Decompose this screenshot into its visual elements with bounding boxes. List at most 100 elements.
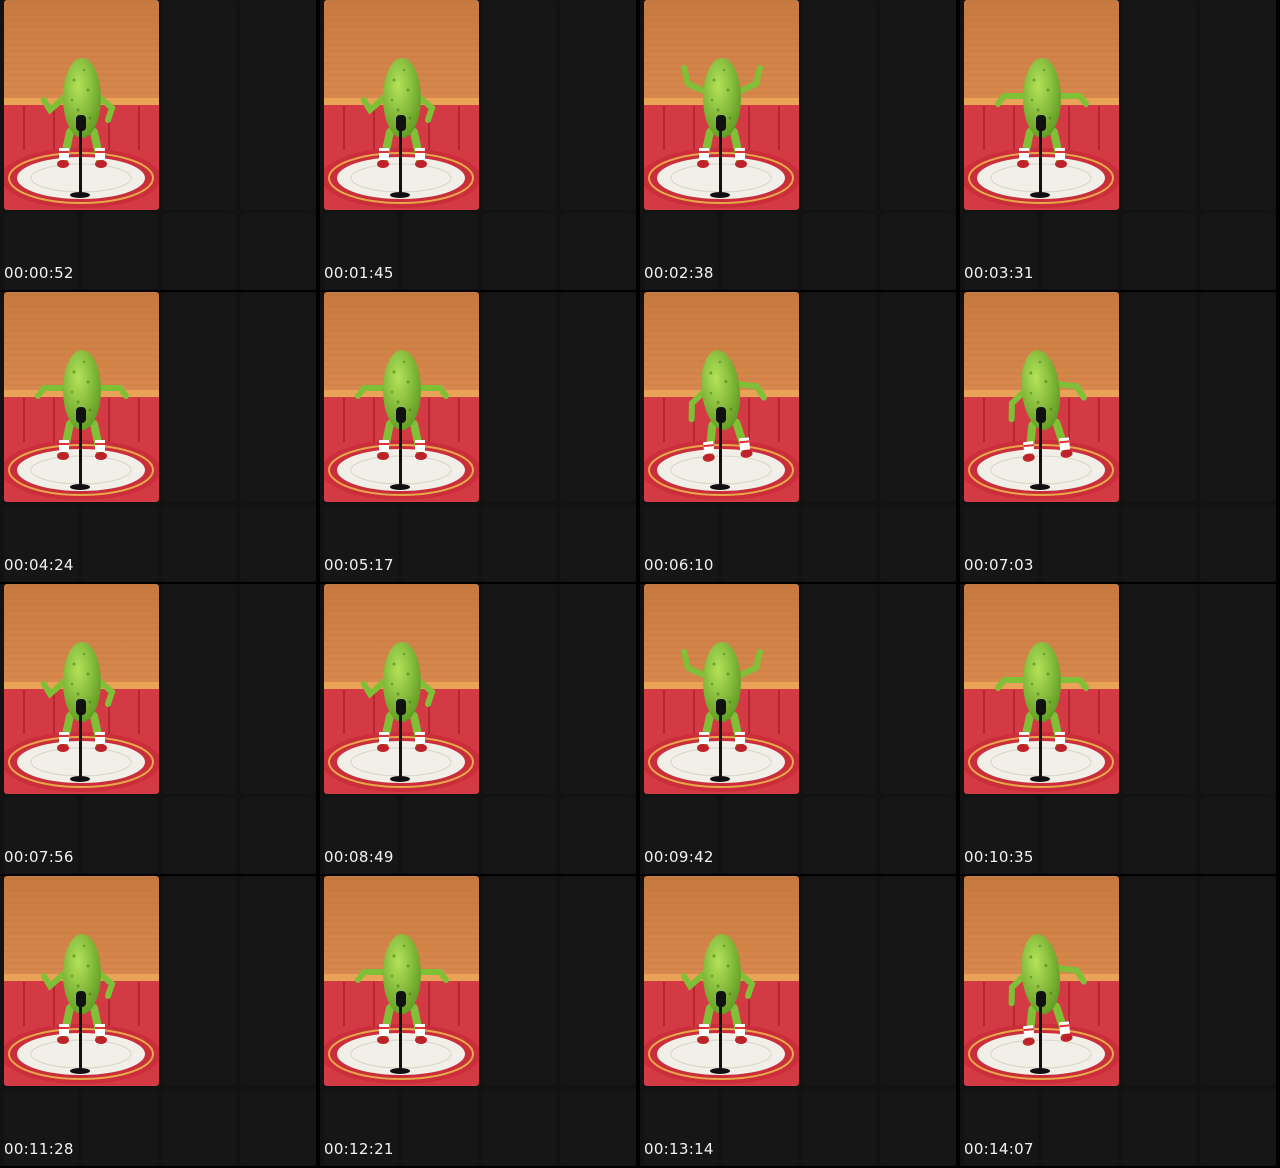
placeholder-tile [1200,292,1276,502]
frame-thumbnail[interactable] [644,292,799,502]
placeholder-tile [880,213,956,290]
placeholder-tile [880,876,956,1086]
frame-thumbnail[interactable] [964,0,1119,210]
placeholder-tile [482,1089,556,1166]
placeholder-tile [722,505,798,582]
placeholder-tile [880,797,956,874]
frame-cell[interactable]: 00:11:28 [0,876,316,1166]
placeholder-tile [482,292,556,502]
placeholder-tile [162,584,236,794]
frame-cell[interactable]: 00:14:07 [960,876,1276,1166]
frame-timestamp: 00:01:45 [324,264,394,282]
placeholder-tile [1042,797,1118,874]
frame-cell[interactable]: 00:03:31 [960,0,1276,290]
placeholder-tile [162,213,236,290]
placeholder-tile [1122,0,1196,210]
frame-thumbnail[interactable] [4,584,159,794]
frame-cell[interactable]: 00:00:52 [0,0,316,290]
placeholder-tile [402,1089,478,1166]
frame-thumbnail[interactable] [4,0,159,210]
frame-cell[interactable]: 00:07:03 [960,292,1276,582]
frame-thumbnail[interactable] [4,876,159,1086]
frame-timestamp: 00:07:03 [964,556,1034,574]
frame-timestamp: 00:08:49 [324,848,394,866]
frame-cell[interactable]: 00:09:42 [640,584,956,874]
placeholder-tile [802,213,876,290]
frame-cell[interactable]: 00:13:14 [640,876,956,1166]
placeholder-tile [560,797,636,874]
frame-cell[interactable]: 00:02:38 [640,0,956,290]
frame-timestamp: 00:09:42 [644,848,714,866]
frame-timestamp: 00:02:38 [644,264,714,282]
placeholder-tile [482,584,556,794]
frame-cell[interactable]: 00:04:24 [0,292,316,582]
placeholder-tile [560,1089,636,1166]
placeholder-tile [1200,505,1276,582]
placeholder-tile [1200,1089,1276,1166]
placeholder-tile [802,584,876,794]
placeholder-tile [162,292,236,502]
frame-thumbnail[interactable] [4,292,159,502]
frame-thumbnail[interactable] [964,584,1119,794]
placeholder-tile [1200,797,1276,874]
placeholder-tile [402,213,478,290]
frame-thumbnail[interactable] [324,0,479,210]
placeholder-tile [402,505,478,582]
frame-thumbnail[interactable] [324,292,479,502]
placeholder-tile [482,876,556,1086]
placeholder-tile [240,797,316,874]
placeholder-tile [560,0,636,210]
placeholder-tile [1042,505,1118,582]
placeholder-tile [1122,797,1196,874]
placeholder-tile [802,505,876,582]
placeholder-tile [560,505,636,582]
placeholder-tile [880,292,956,502]
placeholder-tile [880,584,956,794]
placeholder-tile [802,0,876,210]
placeholder-tile [1200,213,1276,290]
frame-cell[interactable]: 00:06:10 [640,292,956,582]
placeholder-tile [802,797,876,874]
frame-timestamp: 00:12:21 [324,1140,394,1158]
placeholder-tile [162,505,236,582]
frame-timestamp: 00:05:17 [324,556,394,574]
placeholder-tile [482,505,556,582]
frame-thumbnail[interactable] [644,876,799,1086]
placeholder-tile [560,292,636,502]
frame-timestamp: 00:03:31 [964,264,1034,282]
placeholder-tile [1122,876,1196,1086]
placeholder-tile [802,1089,876,1166]
frame-timestamp: 00:06:10 [644,556,714,574]
frame-cell[interactable]: 00:07:56 [0,584,316,874]
placeholder-tile [560,584,636,794]
frame-thumbnail[interactable] [644,584,799,794]
frame-timestamp: 00:10:35 [964,848,1034,866]
frame-thumbnail[interactable] [964,292,1119,502]
placeholder-tile [1122,1089,1196,1166]
frame-thumbnail[interactable] [964,876,1119,1086]
placeholder-tile [880,505,956,582]
frame-timestamp: 00:11:28 [4,1140,74,1158]
placeholder-tile [82,213,158,290]
frame-thumbnail[interactable] [644,0,799,210]
placeholder-tile [880,0,956,210]
frame-thumbnail[interactable] [324,876,479,1086]
frame-cell[interactable]: 00:05:17 [320,292,636,582]
frame-cell[interactable]: 00:10:35 [960,584,1276,874]
placeholder-tile [482,0,556,210]
frame-cell[interactable]: 00:01:45 [320,0,636,290]
placeholder-tile [880,1089,956,1166]
placeholder-tile [240,505,316,582]
frame-thumbnail[interactable] [324,584,479,794]
frame-cell[interactable]: 00:08:49 [320,584,636,874]
placeholder-tile [1122,584,1196,794]
placeholder-tile [722,1089,798,1166]
placeholder-tile [482,797,556,874]
placeholder-tile [402,797,478,874]
placeholder-tile [82,797,158,874]
placeholder-tile [162,1089,236,1166]
placeholder-tile [162,0,236,210]
placeholder-tile [1200,0,1276,210]
placeholder-tile [240,584,316,794]
frame-cell[interactable]: 00:12:21 [320,876,636,1166]
